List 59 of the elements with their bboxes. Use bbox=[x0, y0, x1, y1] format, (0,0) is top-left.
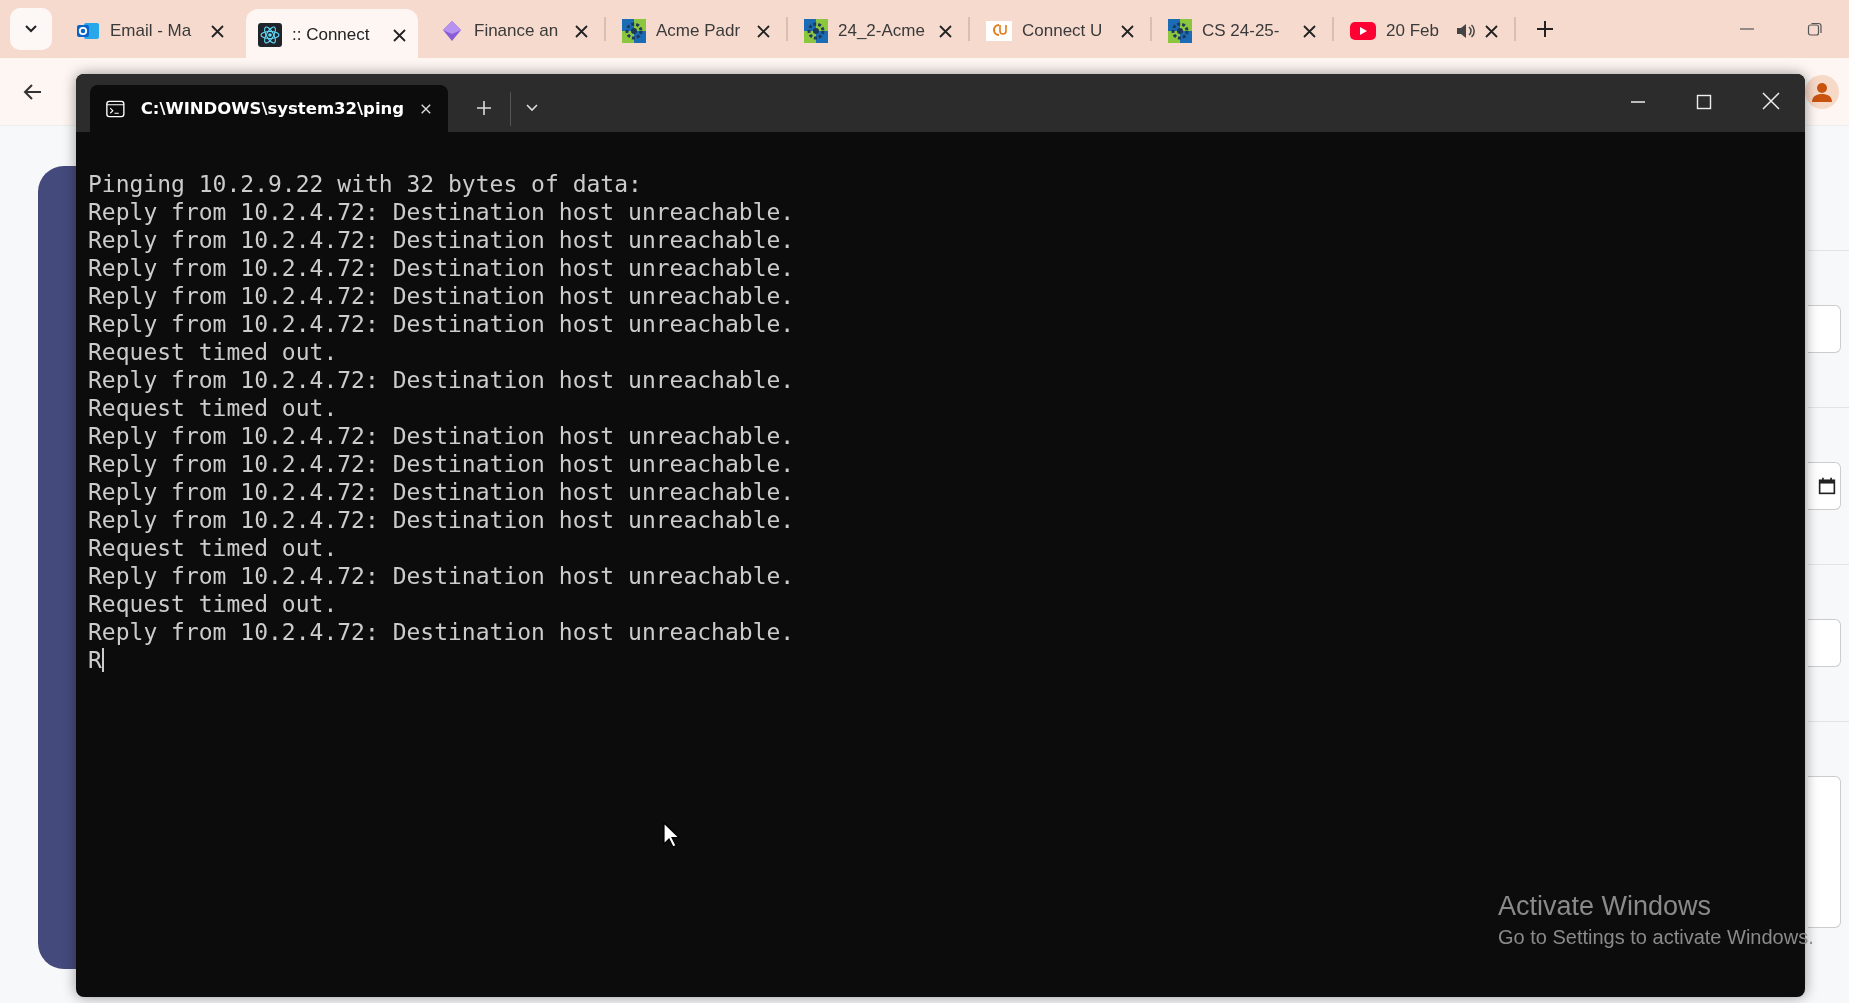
browser-tab[interactable]: CS 24-25- bbox=[1156, 9, 1328, 53]
play-icon bbox=[1350, 22, 1376, 40]
output-line: Reply from 10.2.4.72: Destination host unreachable. bbox=[88, 366, 795, 394]
output-line: Reply from 10.2.4.72: Destination host unreachable. bbox=[88, 254, 795, 282]
input-field[interactable] bbox=[1808, 305, 1841, 353]
browser-tab[interactable]: 24_2-Acme bbox=[792, 9, 964, 53]
browser-tab[interactable]: 20 Feb bbox=[1338, 9, 1510, 53]
output-line: Reply from 10.2.4.72: Destination host unreachable. bbox=[88, 310, 795, 338]
restore-icon[interactable] bbox=[1807, 21, 1823, 37]
logo-icon bbox=[986, 21, 1012, 41]
activation-title: Activate Windows bbox=[1498, 890, 1712, 923]
close-icon[interactable] bbox=[393, 28, 406, 42]
output-line: Request timed out. bbox=[88, 394, 338, 422]
output-line: Reply from 10.2.4.72: Destination host unreachable. bbox=[88, 422, 795, 450]
output-line: Reply from 10.2.4.72: Destination host unreachable. bbox=[88, 562, 795, 590]
output-line: Reply from 10.2.4.72: Destination host unreachable. bbox=[88, 198, 795, 226]
browser-tab[interactable]: Finance an bbox=[428, 9, 600, 53]
caret-icon bbox=[24, 24, 38, 34]
output-line: Request timed out. bbox=[88, 590, 338, 618]
close-icon[interactable] bbox=[420, 101, 432, 116]
diamond-icon bbox=[440, 19, 464, 43]
output-line: Reply from 10.2.4.72: Destination host unreachable. bbox=[88, 226, 795, 254]
command-input[interactable]: R bbox=[88, 646, 102, 674]
output-line: Reply from 10.2.4.72: Destination host unreachable. bbox=[88, 618, 795, 646]
browser-tab[interactable]: Acme Padr bbox=[610, 9, 782, 53]
browser-tab[interactable]: :: Connect bbox=[246, 9, 418, 61]
close-icon[interactable] bbox=[1303, 24, 1316, 38]
output-line: Reply from 10.2.4.72: Destination host unreachable. bbox=[88, 450, 795, 478]
output-line: Pinging 10.2.9.22 with 32 bytes of data: bbox=[88, 170, 642, 198]
output-line: Reply from 10.2.4.72: Destination host unreachable. bbox=[88, 282, 795, 310]
close-icon[interactable] bbox=[1121, 24, 1134, 38]
text-cursor bbox=[101, 648, 104, 672]
gear-icon bbox=[804, 19, 828, 43]
calendar-icon bbox=[1818, 477, 1836, 495]
browser-tab[interactable]: Email - Ma bbox=[64, 9, 236, 53]
output-line: Reply from 10.2.4.72: Destination host unreachable. bbox=[88, 478, 795, 506]
maximize-icon[interactable] bbox=[1696, 94, 1712, 110]
dropdown-icon[interactable] bbox=[525, 103, 539, 113]
output-line: Reply from 10.2.4.72: Destination host unreachable. bbox=[88, 506, 795, 534]
gear-icon bbox=[1168, 19, 1192, 43]
close-icon[interactable] bbox=[1485, 24, 1498, 38]
mouse-pointer-icon bbox=[663, 822, 681, 848]
browser-tab[interactable]: Connect U bbox=[974, 9, 1146, 53]
terminal-icon bbox=[106, 98, 125, 119]
close-icon[interactable] bbox=[939, 24, 952, 38]
atom-icon bbox=[258, 23, 282, 47]
output-line: Request timed out. bbox=[88, 534, 338, 562]
gear-icon bbox=[622, 19, 646, 43]
speaker-icon[interactable] bbox=[1455, 22, 1475, 40]
input-field[interactable] bbox=[1808, 619, 1841, 667]
output-line: Request timed out. bbox=[88, 338, 338, 366]
mail-icon bbox=[76, 20, 100, 42]
close-icon[interactable] bbox=[211, 24, 224, 38]
date-field[interactable] bbox=[1808, 462, 1841, 510]
terminal-tab[interactable]: C:\WINDOWS\system32\ping bbox=[90, 85, 448, 132]
new-tab-icon[interactable] bbox=[1536, 20, 1554, 38]
close-icon[interactable] bbox=[575, 24, 588, 38]
profile-icon[interactable] bbox=[1805, 74, 1839, 109]
close-icon[interactable] bbox=[757, 24, 770, 38]
